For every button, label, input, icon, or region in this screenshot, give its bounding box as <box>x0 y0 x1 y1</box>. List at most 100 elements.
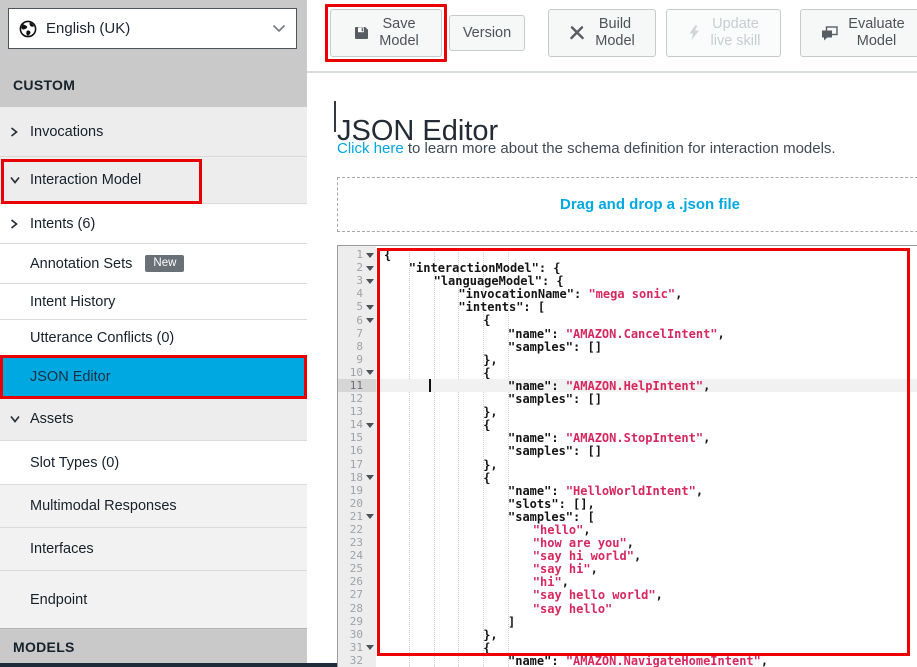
code-lines: {"interactionModel": {"languageModel": {… <box>376 248 917 667</box>
fold-arrow-icon[interactable] <box>366 423 374 428</box>
fold-arrow-icon[interactable] <box>366 645 374 650</box>
line-number-20: 20 <box>338 497 376 510</box>
toolbar: SaveModelVersionBuildModelUpdatelive ski… <box>307 0 917 73</box>
code-line-32[interactable]: "name": "AMAZON.NavigateHomeIntent", <box>376 654 917 667</box>
fold-arrow-icon[interactable] <box>366 253 374 258</box>
chevron-down-icon <box>9 175 21 185</box>
code-line-23[interactable]: "how are you", <box>376 536 917 549</box>
update-live-skill-button[interactable]: Updatelive skill <box>666 9 781 57</box>
code-line-8[interactable]: "samples": [] <box>376 340 917 353</box>
build-model-button[interactable]: BuildModel <box>548 9 656 57</box>
code-line-27[interactable]: "say hello world", <box>376 588 917 601</box>
fold-arrow-icon[interactable] <box>366 514 374 519</box>
sidebar-item-slot-types[interactable]: Slot Types (0) <box>0 440 307 484</box>
code-line-29[interactable]: ] <box>376 615 917 628</box>
sidebar-item-intent-history[interactable]: Intent History <box>0 283 307 319</box>
save-model-button[interactable]: SaveModel <box>330 9 442 57</box>
save-icon <box>353 25 369 41</box>
code-line-28[interactable]: "say hello" <box>376 602 917 615</box>
line-number-17: 17 <box>338 458 376 471</box>
code-line-1[interactable]: { <box>376 248 917 261</box>
custom-section-label: CUSTOM <box>13 77 75 93</box>
sidebar-item-label: Annotation Sets <box>30 256 132 272</box>
sidebar: English (UK) CUSTOM Invocations Interacti… <box>0 0 307 667</box>
code-line-30[interactable]: }, <box>376 628 917 641</box>
line-number-4: 4 <box>338 287 376 300</box>
code-line-15[interactable]: "name": "AMAZON.StopIntent", <box>376 431 917 444</box>
code-line-20[interactable]: "slots": [], <box>376 497 917 510</box>
code-line-18[interactable]: { <box>376 471 917 484</box>
chevron-down-icon <box>9 414 21 424</box>
code-line-9[interactable]: }, <box>376 353 917 366</box>
line-number-14: 14 <box>338 418 376 431</box>
editor-gutter: 1234567891011121314151617181920212223242… <box>338 246 376 667</box>
code-line-21[interactable]: "samples": [ <box>376 510 917 523</box>
code-line-17[interactable]: }, <box>376 458 917 471</box>
line-number-31: 31 <box>338 641 376 654</box>
sidebar-item-label: Endpoint <box>30 592 87 608</box>
sidebar-item-label: Assets <box>30 411 74 427</box>
evaluate-model-button[interactable]: EvaluateModel <box>800 9 917 57</box>
sidebar-item-invocations[interactable]: Invocations <box>0 107 307 156</box>
line-number-12: 12 <box>338 392 376 405</box>
line-number-2: 2 <box>338 261 376 274</box>
fold-arrow-icon[interactable] <box>366 279 374 284</box>
code-line-3[interactable]: "languageModel": { <box>376 274 917 287</box>
code-line-22[interactable]: "hello", <box>376 523 917 536</box>
json-code-editor[interactable]: 1234567891011121314151617181920212223242… <box>337 245 917 667</box>
sidebar-item-interfaces[interactable]: Interfaces <box>0 527 307 570</box>
code-line-2[interactable]: "interactionModel": { <box>376 261 917 274</box>
sidebar-item-label: Interfaces <box>30 541 94 557</box>
json-dropzone[interactable]: Drag and drop a .json file <box>337 177 917 232</box>
sidebar-item-multimodal-responses[interactable]: Multimodal Responses <box>0 484 307 527</box>
button-label-line: Model <box>379 33 419 50</box>
line-number-30: 30 <box>338 628 376 641</box>
line-number-1: 1 <box>338 248 376 261</box>
sidebar-item-interaction-model[interactable]: Interaction Model <box>0 156 307 203</box>
fold-arrow-icon[interactable] <box>366 305 374 310</box>
new-badge: New <box>145 255 184 273</box>
language-selector-label: English (UK) <box>46 20 272 37</box>
code-line-24[interactable]: "say hi world", <box>376 549 917 562</box>
code-line-14[interactable]: { <box>376 418 917 431</box>
fold-arrow-icon[interactable] <box>366 318 374 323</box>
sidebar-item-intents[interactable]: Intents (6) <box>0 203 307 243</box>
code-line-5[interactable]: "intents": [ <box>376 300 917 313</box>
editor-code-area[interactable]: {"interactionModel": {"languageModel": {… <box>376 246 917 667</box>
sidebar-item-label: Invocations <box>30 124 103 140</box>
line-number-26: 26 <box>338 575 376 588</box>
code-line-6[interactable]: { <box>376 313 917 326</box>
line-number-22: 22 <box>338 523 376 536</box>
sidebar-item-utterance-conflicts[interactable]: Utterance Conflicts (0) <box>0 319 307 355</box>
fold-arrow-icon[interactable] <box>366 266 374 271</box>
code-line-25[interactable]: "say hi", <box>376 562 917 575</box>
models-section-label: MODELS <box>13 639 75 655</box>
code-line-10[interactable]: { <box>376 366 917 379</box>
line-number-27: 27 <box>338 588 376 601</box>
code-line-16[interactable]: "samples": [] <box>376 444 917 457</box>
code-line-7[interactable]: "name": "AMAZON.CancelIntent", <box>376 327 917 340</box>
version-button[interactable]: Version <box>449 15 525 51</box>
fold-arrow-icon[interactable] <box>366 370 374 375</box>
code-line-11[interactable]: "name": "AMAZON.HelpIntent", <box>376 379 917 392</box>
code-line-26[interactable]: "hi", <box>376 575 917 588</box>
models-section-header: MODELS <box>0 628 307 664</box>
editor-caret <box>429 379 431 392</box>
code-line-4[interactable]: "invocationName": "mega sonic", <box>376 287 917 300</box>
code-line-31[interactable]: { <box>376 641 917 654</box>
sidebar-item-label: JSON Editor <box>30 369 111 385</box>
sidebar-item-annotation-sets[interactable]: Annotation Sets New <box>0 243 307 283</box>
code-line-19[interactable]: "name": "HelloWorldIntent", <box>376 484 917 497</box>
sidebar-item-assets[interactable]: Assets <box>0 397 307 440</box>
code-line-13[interactable]: }, <box>376 405 917 418</box>
schema-help-text: Click here to learn more about the schem… <box>337 140 836 157</box>
click-here-link[interactable]: Click here <box>337 140 404 157</box>
button-label-line: Build <box>599 16 631 33</box>
language-selector[interactable]: English (UK) <box>8 8 297 49</box>
code-line-12[interactable]: "samples": [] <box>376 392 917 405</box>
sidebar-item-json-editor[interactable]: JSON Editor <box>0 355 307 397</box>
sidebar-item-endpoint[interactable]: Endpoint <box>0 570 307 628</box>
fold-arrow-icon[interactable] <box>366 475 374 480</box>
line-number-8: 8 <box>338 340 376 353</box>
button-label-line: Save <box>382 16 415 33</box>
